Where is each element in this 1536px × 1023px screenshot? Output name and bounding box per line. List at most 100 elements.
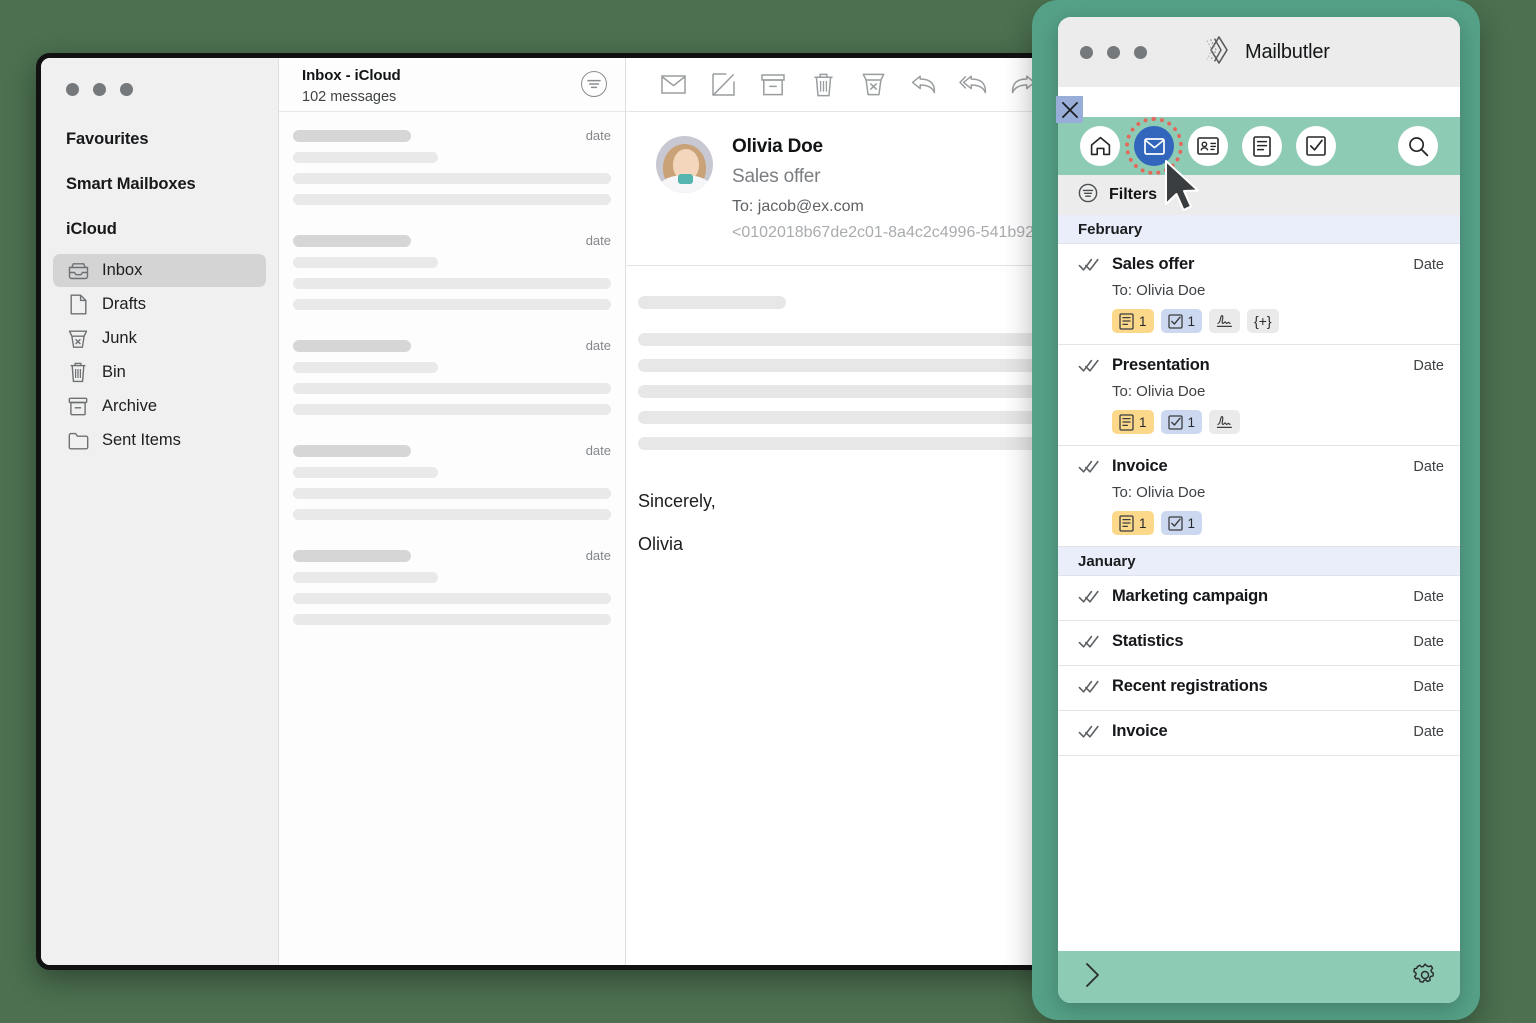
sort-filter-icon[interactable] (581, 71, 607, 97)
list-item[interactable]: Sales offer Date To: Olivia Doe 1 1 {+} (1058, 244, 1460, 345)
expand-button[interactable] (1082, 961, 1104, 994)
list-item-date: date (585, 338, 611, 353)
close-window-button[interactable] (66, 83, 79, 96)
message-list-column: Inbox - iCloud 102 messages date date da… (279, 58, 626, 965)
list-item-title: Sales offer (1112, 255, 1195, 273)
mailbutler-message-list: February Sales offer Date To: Olivia Doe… (1058, 215, 1460, 951)
mark-unread-button[interactable] (648, 65, 698, 105)
email-recipient: To: jacob@ex.com (732, 198, 864, 215)
list-item-date: Date (1413, 459, 1444, 475)
list-item[interactable]: Recent registrations Date (1058, 666, 1460, 711)
list-item[interactable]: date (293, 338, 611, 415)
reply-all-button[interactable] (948, 65, 998, 105)
task-icon (1167, 515, 1183, 531)
zoom-window-button[interactable] (1134, 45, 1147, 59)
filters-label: Filters (1109, 186, 1158, 203)
sidebar-item-label: Inbox (102, 261, 143, 279)
badge-count: 1 (1187, 414, 1196, 430)
skeleton-bar (293, 340, 411, 352)
list-item-date: Date (1413, 589, 1444, 605)
mailbutler-brand: Mailbutler (1199, 33, 1330, 72)
archive-icon (67, 396, 89, 418)
document-icon (67, 294, 89, 316)
search-button[interactable] (1398, 126, 1438, 166)
sidebar-group-favourites[interactable]: Favourites (41, 130, 278, 149)
list-item-date: Date (1413, 257, 1444, 273)
double-check-icon (1078, 677, 1112, 699)
list-item-date: date (585, 443, 611, 458)
tasks-tab[interactable] (1296, 126, 1336, 166)
task-badge[interactable]: 1 (1160, 410, 1203, 434)
list-item-title: Invoice (1112, 457, 1168, 475)
note-badge[interactable]: 1 (1112, 511, 1154, 535)
skeleton-bar (638, 296, 786, 309)
list-item[interactable]: date (293, 443, 611, 520)
badge-count: 1 (1187, 313, 1196, 329)
sidebar-item-junk[interactable]: Junk (53, 322, 266, 355)
signature-badge[interactable] (1209, 410, 1241, 434)
double-check-icon (1078, 632, 1112, 654)
close-x-icon[interactable] (1056, 96, 1083, 123)
double-check-icon (1078, 722, 1112, 744)
compose-button[interactable] (698, 65, 748, 105)
list-item[interactable]: Statistics Date (1058, 621, 1460, 666)
list-item[interactable]: date (293, 128, 611, 205)
home-tab[interactable] (1080, 126, 1120, 166)
signature-badge[interactable] (1209, 309, 1241, 333)
delete-button[interactable] (798, 65, 848, 105)
note-badge[interactable]: 1 (1112, 410, 1154, 434)
sidebar-item-label: Junk (102, 329, 137, 347)
list-item[interactable]: Invoice Date (1058, 711, 1460, 756)
list-item-recipient: To: Olivia Doe (1112, 484, 1206, 501)
minimize-window-button[interactable] (1107, 45, 1120, 59)
list-item[interactable]: date (293, 233, 611, 310)
notes-tab[interactable] (1242, 126, 1282, 166)
mailbutler-brand-name: Mailbutler (1245, 40, 1330, 63)
filters-row[interactable]: Filters (1058, 175, 1460, 215)
list-item-title: Statistics (1112, 632, 1184, 650)
notes-icon (1253, 135, 1271, 157)
signature-icon (1216, 314, 1233, 327)
home-icon (1090, 136, 1110, 156)
close-window-button[interactable] (1080, 45, 1093, 59)
list-item[interactable]: Marketing campaign Date (1058, 576, 1460, 621)
list-item-date: Date (1413, 634, 1444, 650)
reply-button[interactable] (898, 65, 948, 105)
mailbutler-white-gap (1058, 87, 1460, 117)
minimize-window-button[interactable] (93, 83, 106, 96)
template-icon: {+} (1254, 313, 1272, 329)
note-badge[interactable]: 1 (1112, 309, 1154, 333)
task-badge[interactable]: 1 (1160, 309, 1203, 333)
search-icon (1408, 136, 1428, 156)
badge-count: 1 (1139, 313, 1147, 329)
trash-icon (67, 362, 89, 384)
list-item[interactable]: Presentation Date To: Olivia Doe 1 1 (1058, 345, 1460, 446)
junk-button[interactable] (848, 65, 898, 105)
zoom-window-button[interactable] (120, 83, 133, 96)
task-badge[interactable]: 1 (1160, 511, 1203, 535)
sidebar-item-bin[interactable]: Bin (53, 356, 266, 389)
list-item-date: date (585, 128, 611, 143)
sidebar-group-icloud[interactable]: iCloud (41, 220, 278, 239)
list-item-recipient: To: Olivia Doe (1112, 282, 1206, 299)
list-item[interactable]: Invoice Date To: Olivia Doe 1 1 (1058, 446, 1460, 547)
skeleton-bar (293, 509, 611, 520)
note-icon (1119, 413, 1134, 431)
sender-name: Olivia Doe (732, 136, 823, 157)
checkbox-icon (1306, 136, 1326, 156)
sidebar-item-drafts[interactable]: Drafts (53, 288, 266, 321)
sidebar-item-inbox[interactable]: Inbox (53, 254, 266, 287)
sidebar-item-sent-items[interactable]: Sent Items (53, 424, 266, 457)
mailbutler-bottom-bar (1058, 951, 1460, 1003)
list-item-badges: 1 1 (1112, 410, 1444, 434)
sidebar-item-archive[interactable]: Archive (53, 390, 266, 423)
sidebar-item-label: Archive (102, 397, 158, 415)
archive-button[interactable] (748, 65, 798, 105)
skeleton-bar (293, 194, 611, 205)
sidebar-group-smart-mailboxes[interactable]: Smart Mailboxes (41, 175, 278, 194)
badge-count: 1 (1139, 515, 1147, 531)
list-item[interactable]: date (293, 548, 611, 625)
template-badge[interactable]: {+} (1247, 309, 1279, 333)
settings-button[interactable] (1412, 962, 1438, 993)
skeleton-bar (293, 278, 611, 289)
